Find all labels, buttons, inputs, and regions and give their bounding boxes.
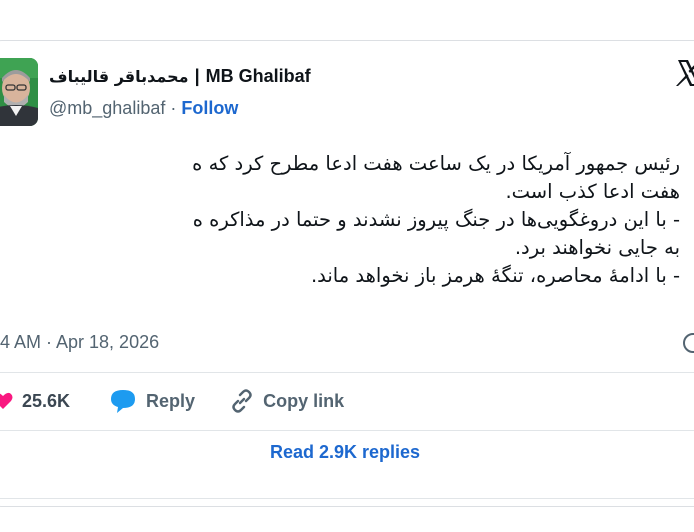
tweet-timestamp[interactable]: 4 AM · Apr 18, 2026 — [0, 332, 159, 353]
author-handle-row: @mb_ghalibaf · Follow — [49, 98, 238, 119]
avatar-photo — [0, 58, 38, 126]
likes-count: 25.6K — [22, 390, 71, 411]
author-name-en: MB Ghalibaf — [205, 66, 311, 86]
speech-bubble-icon — [111, 390, 136, 413]
tweet-line: - با ادامهٔ محاصره، تنگهٔ هرمز باز نخواه… — [310, 264, 680, 287]
tweet-embed-screenshot: محمدباقر قالیباف | MB Ghalibaf @mb_ghali… — [0, 0, 694, 532]
copy-link-label: Copy link — [263, 390, 345, 411]
copy-link-button[interactable]: Copy link — [229, 388, 344, 414]
follow-button[interactable]: Follow — [181, 98, 238, 118]
tweet-line: هفت ادعا کذب است. — [505, 180, 680, 203]
action-bar: 25.6K Reply Copy link — [0, 388, 344, 414]
author-name-separator: | — [194, 66, 200, 86]
divider-top — [0, 372, 694, 373]
author-name-row[interactable]: محمدباقر قالیباف | MB Ghalibaf — [49, 66, 311, 87]
author-name-fa: محمدباقر قالیباف — [49, 67, 189, 86]
heart-icon — [0, 392, 13, 409]
read-replies-button[interactable]: Read 2.9K replies — [0, 442, 690, 463]
tweet-text: رئیس جمهور آمریکا در یک ساعت هفت ادعا مط… — [0, 150, 680, 290]
handle-separator: · — [170, 98, 182, 118]
divider-middle — [0, 430, 694, 431]
tweet-line: به جایی نخواهند برد. — [514, 236, 680, 259]
divider-bottom — [0, 498, 694, 499]
reply-button[interactable]: Reply — [108, 388, 195, 414]
avatar[interactable] — [0, 58, 38, 126]
reply-label: Reply — [146, 390, 196, 411]
tweet-line: - با این دروغگویی‌ها در جنگ پیروز نشدند … — [192, 208, 680, 231]
x-logo-icon[interactable] — [676, 58, 694, 93]
author-handle[interactable]: @mb_ghalibaf — [49, 98, 165, 118]
like-button[interactable]: 25.6K — [0, 390, 70, 412]
link-icon — [232, 389, 252, 413]
tweet-line: رئیس جمهور آمریکا در یک ساعت هفت ادعا مط… — [192, 152, 680, 175]
